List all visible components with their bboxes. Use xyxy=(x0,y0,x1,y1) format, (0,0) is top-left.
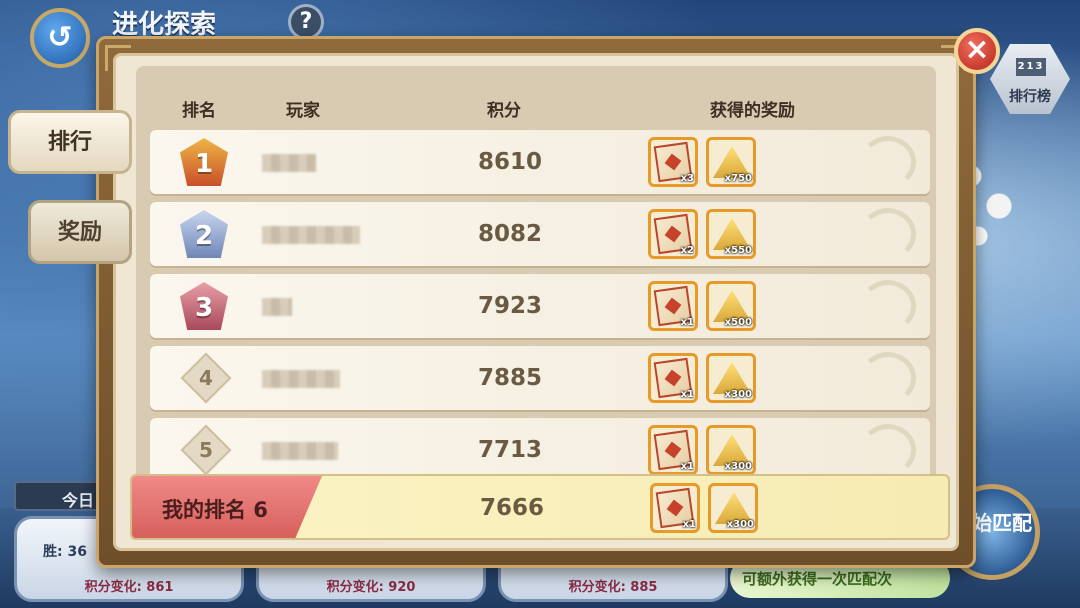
reward-qty: x3 xyxy=(680,173,694,184)
score-value: 7923 xyxy=(477,293,542,319)
close-button[interactable]: × xyxy=(954,28,1000,74)
close-icon: × xyxy=(964,32,990,67)
score-change: 积分变化: 861 xyxy=(84,580,174,595)
score-value: 7885 xyxy=(477,365,542,391)
row-ornament xyxy=(860,208,916,260)
card-reward-icon[interactable]: x2 xyxy=(648,209,698,259)
reward-qty: x1 xyxy=(682,519,696,530)
header-rewards: 获得的奖励 xyxy=(710,101,795,121)
reward-qty: x1 xyxy=(680,389,694,400)
my-score-value: 7666 xyxy=(479,495,544,521)
player-name-blurred xyxy=(258,202,378,266)
score-value: 8610 xyxy=(477,149,542,175)
table-row[interactable]: 1 8610 x3 x750 xyxy=(150,130,930,194)
reward-qty: x1 xyxy=(680,317,694,328)
row-ornament xyxy=(860,280,916,332)
header-rank: 排名 xyxy=(182,101,216,121)
rank-number: 5 xyxy=(199,438,213,462)
score-change: 积分变化: 885 xyxy=(568,580,658,595)
blurred-name xyxy=(262,442,338,460)
tab-ranking[interactable]: 排行 xyxy=(8,110,132,174)
tab-rewards[interactable]: 奖励 xyxy=(28,200,132,264)
gold-reward-icon[interactable]: x750 xyxy=(706,137,756,187)
table-row[interactable]: 2 8082 x2 x550 xyxy=(150,202,930,266)
reward-qty: x2 xyxy=(680,245,694,256)
score-value: 7713 xyxy=(477,437,542,463)
card-reward-icon[interactable]: x1 xyxy=(648,425,698,475)
table-row[interactable]: 3 7923 x1 x500 xyxy=(150,274,930,338)
reward-qty: x750 xyxy=(724,173,752,184)
rank-number: 4 xyxy=(199,366,213,390)
gold-reward-icon[interactable]: x500 xyxy=(706,281,756,331)
reward-qty: x300 xyxy=(726,519,754,530)
player-name-blurred xyxy=(258,274,378,338)
card-reward-icon[interactable]: x3 xyxy=(648,137,698,187)
my-rank-label: 我的排名 6 xyxy=(132,476,322,538)
header-score: 积分 xyxy=(487,101,521,121)
card-reward-icon[interactable]: x1 xyxy=(648,353,698,403)
row-ornament xyxy=(860,136,916,188)
card-reward-icon[interactable]: x1 xyxy=(648,281,698,331)
podium-icon: 213 xyxy=(1016,58,1046,76)
blurred-name xyxy=(262,154,316,172)
score-change: 积分变化: 920 xyxy=(326,580,416,595)
header-player: 玩家 xyxy=(286,101,320,121)
player-name-blurred xyxy=(258,418,378,482)
wins-text: 胜: 36 xyxy=(43,544,87,560)
row-ornament xyxy=(860,352,916,404)
reward-qty: x300 xyxy=(724,461,752,472)
score-value: 8082 xyxy=(477,221,542,247)
bronze-medal-icon: 3 xyxy=(180,282,228,330)
my-rank-row: 我的排名 6 7666 x1 x300 xyxy=(130,474,950,540)
reward-qty: x1 xyxy=(680,461,694,472)
gold-reward-icon[interactable]: x300 xyxy=(708,483,758,533)
blurred-name xyxy=(262,370,340,388)
blurred-name xyxy=(262,226,360,244)
reward-qty: x550 xyxy=(724,245,752,256)
row-ornament xyxy=(860,424,916,476)
blurred-name xyxy=(262,298,292,316)
player-name-blurred xyxy=(258,130,378,194)
corner-ornament xyxy=(105,45,131,71)
silver-medal-icon: 2 xyxy=(180,210,228,258)
card-reward-icon[interactable]: x1 xyxy=(650,483,700,533)
gold-reward-icon[interactable]: x550 xyxy=(706,209,756,259)
gold-reward-icon[interactable]: x300 xyxy=(706,425,756,475)
back-button[interactable]: ↺ xyxy=(30,8,90,68)
reward-qty: x500 xyxy=(724,317,752,328)
table-row[interactable]: 4 7885 x1 x300 xyxy=(150,346,930,410)
question-icon: ? xyxy=(299,9,313,34)
gold-reward-icon[interactable]: x300 xyxy=(706,353,756,403)
gold-medal-icon: 1 xyxy=(180,138,228,186)
help-button[interactable]: ? xyxy=(288,4,324,40)
player-name-blurred xyxy=(258,346,378,410)
back-arrow-icon: ↺ xyxy=(47,20,73,55)
reward-qty: x300 xyxy=(724,389,752,400)
table-row[interactable]: 5 7713 x1 x300 xyxy=(150,418,930,482)
